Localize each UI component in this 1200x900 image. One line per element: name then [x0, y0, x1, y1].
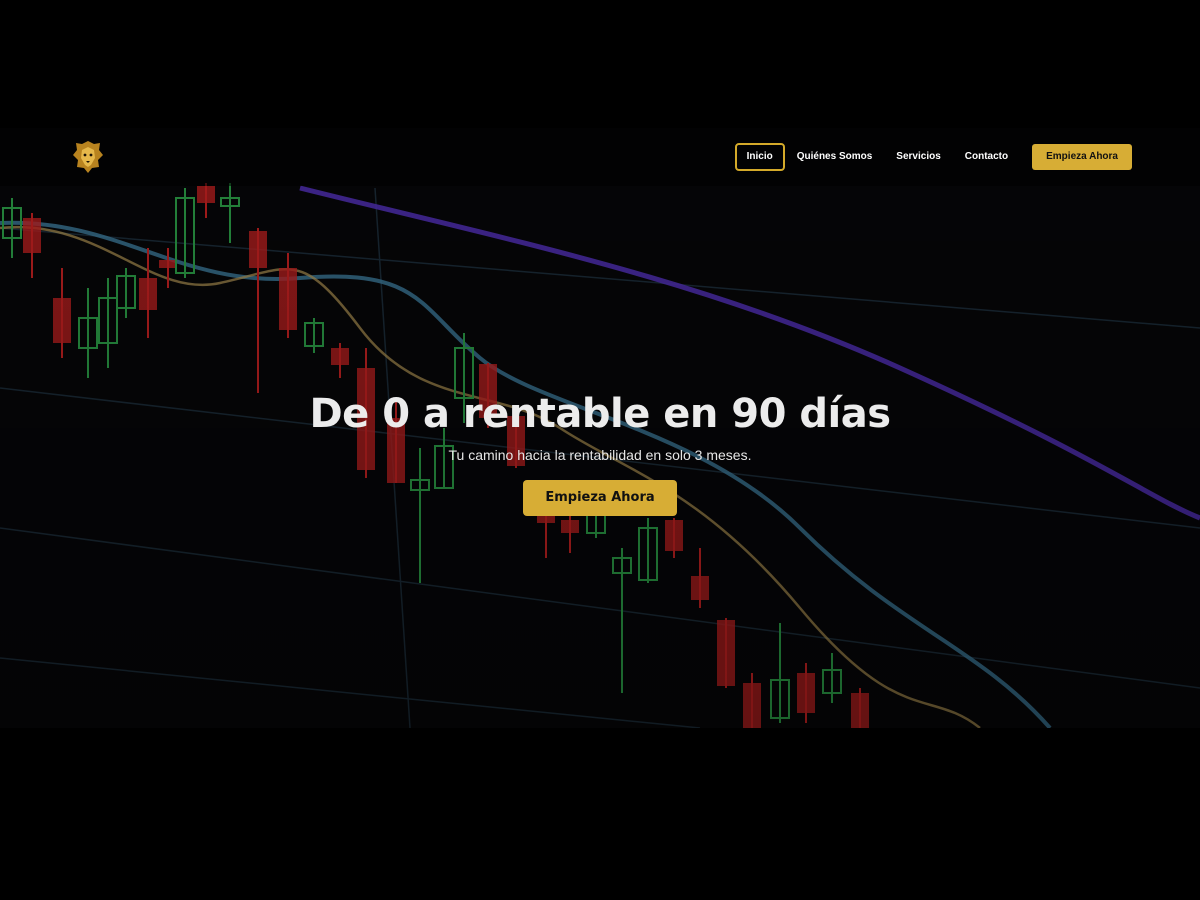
page: Inicio Quiénes Somos Servicios Contacto …: [0, 0, 1200, 900]
hero-subtitle: Tu camino hacia la rentabilidad en solo …: [448, 447, 752, 463]
site-header: Inicio Quiénes Somos Servicios Contacto …: [0, 128, 1200, 186]
lion-head-icon[interactable]: [72, 140, 104, 174]
nav-item-quienes-somos[interactable]: Quiénes Somos: [785, 143, 885, 171]
hero-section: Inicio Quiénes Somos Servicios Contacto …: [0, 128, 1200, 728]
main-nav: Inicio Quiénes Somos Servicios Contacto …: [734, 143, 1132, 171]
nav-item-inicio[interactable]: Inicio: [734, 143, 785, 171]
hero-cta-button[interactable]: Empieza Ahora: [523, 480, 677, 516]
hero-title: De 0 a rentable en 90 días: [309, 391, 891, 437]
nav-item-servicios[interactable]: Servicios: [884, 143, 952, 171]
hero-content: De 0 a rentable en 90 días Tu camino hac…: [0, 386, 1200, 516]
nav-item-contacto[interactable]: Contacto: [953, 143, 1020, 171]
header-cta-button[interactable]: Empieza Ahora: [1032, 144, 1132, 170]
